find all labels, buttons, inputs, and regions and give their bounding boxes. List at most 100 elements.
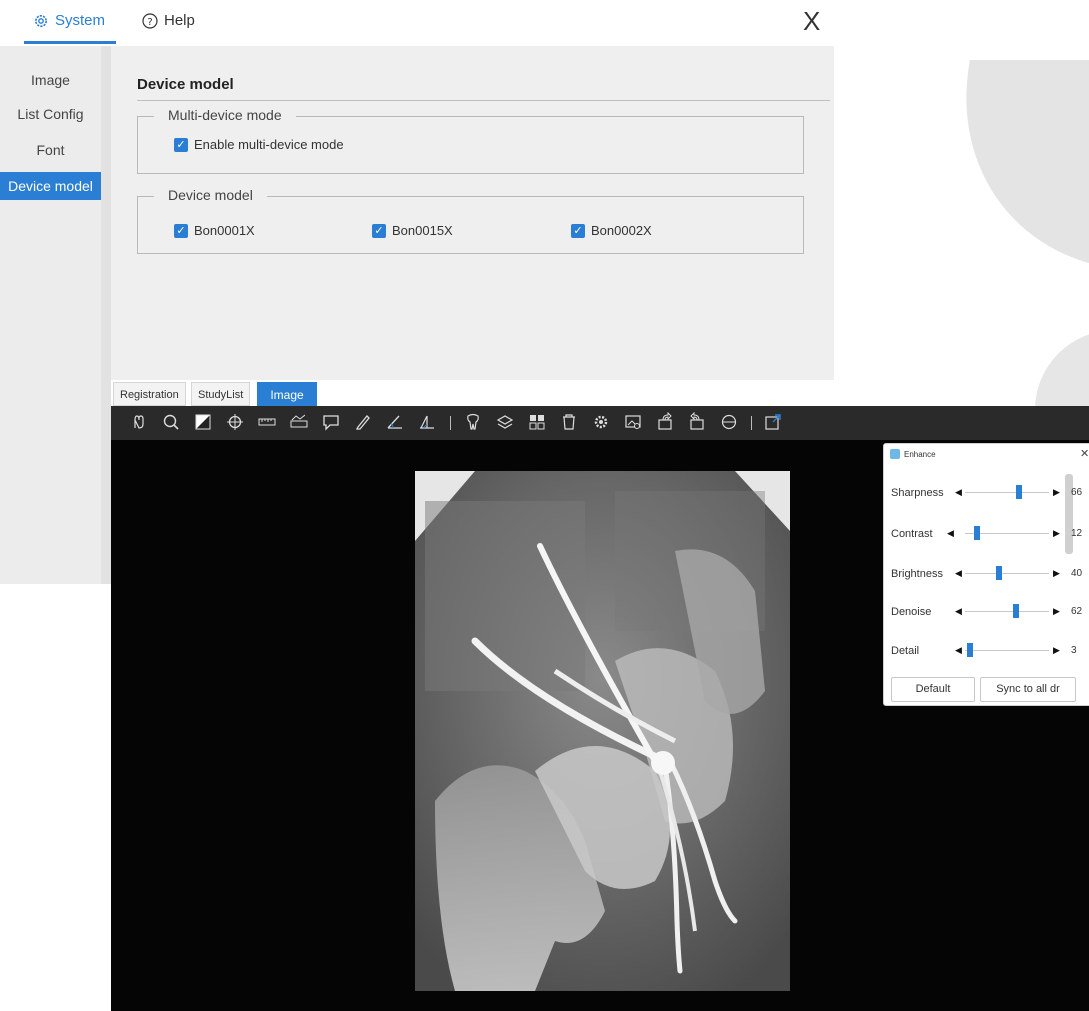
sidebar-item-list-config[interactable]: List Config <box>0 100 101 128</box>
decrease-arrow-icon[interactable]: ◀ <box>955 645 962 656</box>
tab-image[interactable]: Image <box>257 382 317 406</box>
image-toolbar <box>111 406 1089 440</box>
slider-value: 62 <box>1071 606 1083 617</box>
sidebar-border <box>101 46 111 584</box>
slider-value: 66 <box>1071 487 1083 498</box>
checkmark-icon: ✓ <box>174 137 188 152</box>
settings-content: Device model Multi-device mode ✓ Enable … <box>111 46 834 380</box>
slider-label: Denoise <box>891 606 932 618</box>
slider-row-detail: Detail ◀ ▶ 3 <box>891 641 1089 661</box>
enable-multi-device-checkbox[interactable]: ✓ Enable multi-device mode <box>174 137 344 152</box>
active-tab-indicator <box>24 41 116 44</box>
slider-track[interactable] <box>965 492 1049 493</box>
angle-icon[interactable] <box>385 412 405 432</box>
increase-arrow-icon[interactable]: ▶ <box>1053 645 1060 656</box>
enhance-panel-title: Enhance <box>890 449 936 459</box>
tab-system[interactable]: System <box>33 12 105 29</box>
increase-arrow-icon[interactable]: ▶ <box>1053 487 1060 498</box>
checkmark-icon: ✓ <box>571 223 585 238</box>
tab-help-label: Help <box>164 12 195 29</box>
slider-thumb[interactable] <box>974 526 981 540</box>
close-button[interactable]: X <box>803 8 820 34</box>
ruler-icon[interactable] <box>257 412 277 432</box>
settings-tab-bar: System ? Help X <box>0 0 840 46</box>
gear-icon <box>35 14 47 27</box>
hand-pointer-icon[interactable] <box>129 412 149 432</box>
tab-system-label: System <box>55 12 106 29</box>
help-circle-icon: ? <box>142 12 158 29</box>
slider-thumb[interactable] <box>1013 604 1020 618</box>
sidebar-item-image[interactable]: Image <box>0 66 101 94</box>
settings-icon[interactable] <box>591 412 611 432</box>
crosshair-icon[interactable] <box>225 412 245 432</box>
sidebar-item-font[interactable]: Font <box>0 136 101 164</box>
device-checkbox-bon0002x[interactable]: ✓ Bon0002X <box>571 223 652 238</box>
decrease-arrow-icon[interactable]: ◀ <box>955 606 962 617</box>
device-checkbox-bon0015x[interactable]: ✓ Bon0015X <box>372 223 453 238</box>
annotation-icon[interactable] <box>321 412 341 432</box>
sidebar-item-device-model[interactable]: Device model <box>0 172 101 200</box>
tab-registration[interactable]: Registration <box>113 382 186 406</box>
slider-track[interactable] <box>965 650 1049 651</box>
device-model-group: Device model ✓ Bon0001X ✓ Bon0015X ✓ Bon… <box>137 187 804 254</box>
export-icon[interactable] <box>763 412 783 432</box>
default-button[interactable]: Default <box>891 677 975 702</box>
increase-arrow-icon[interactable]: ▶ <box>1053 568 1060 579</box>
invert-icon[interactable] <box>193 412 213 432</box>
slider-value: 40 <box>1071 568 1083 579</box>
checkbox-label: Bon0001X <box>194 223 255 238</box>
decrease-arrow-icon[interactable]: ◀ <box>955 487 962 498</box>
checkbox-label: Bon0002X <box>591 223 652 238</box>
slider-label: Brightness <box>891 568 943 580</box>
group-legend: Multi-device mode <box>154 107 296 123</box>
slider-thumb[interactable] <box>996 566 1003 580</box>
slider-thumb[interactable] <box>967 643 974 657</box>
slider-row-sharpness: Sharpness ◀ ▶ 66 <box>891 483 1089 503</box>
zoom-icon[interactable] <box>161 412 181 432</box>
enhance-title-label: Enhance <box>904 449 936 459</box>
increase-arrow-icon[interactable]: ▶ <box>1053 528 1060 539</box>
slider-row-contrast: Contrast ◀ ▶ 12 <box>891 524 1089 544</box>
enhance-panel: Enhance ✕ Sharpness ◀ ▶ 66 Contrast ◀ ▶ … <box>883 443 1089 706</box>
slider-track[interactable] <box>965 573 1049 574</box>
layers-icon[interactable] <box>495 412 515 432</box>
cobb-angle-icon[interactable] <box>417 412 437 432</box>
decrease-arrow-icon[interactable]: ◀ <box>955 568 962 579</box>
slider-row-denoise: Denoise ◀ ▶ 62 <box>891 602 1089 622</box>
sync-to-all-button[interactable]: Sync to all dr <box>980 677 1076 702</box>
delete-icon[interactable] <box>559 412 579 432</box>
slider-label: Detail <box>891 645 920 657</box>
xray-illustration <box>415 471 790 991</box>
tab-help[interactable]: ? Help <box>142 12 195 29</box>
checkmark-icon: ✓ <box>174 223 188 238</box>
slider-thumb[interactable] <box>1016 485 1023 499</box>
rotate-right-icon[interactable] <box>687 412 707 432</box>
rotate-left-icon[interactable] <box>655 412 675 432</box>
section-title: Device model <box>137 76 234 93</box>
enhance-icon <box>890 449 900 459</box>
pencil-icon[interactable] <box>353 412 373 432</box>
multi-device-group: Multi-device mode ✓ Enable multi-device … <box>137 107 804 174</box>
slider-row-brightness: Brightness ◀ ▶ 40 <box>891 564 1089 584</box>
slider-track[interactable] <box>965 611 1049 612</box>
slider-label: Sharpness <box>891 487 944 499</box>
slider-value: 3 <box>1071 645 1077 656</box>
device-checkbox-bon0001x[interactable]: ✓ Bon0001X <box>174 223 255 238</box>
checkbox-label: Bon0015X <box>392 223 453 238</box>
settings-sidebar: Image List Config Font Device model <box>0 46 101 584</box>
svg-text:?: ? <box>147 17 152 28</box>
enhance-close-button[interactable]: ✕ <box>1080 447 1089 460</box>
divider <box>137 100 830 101</box>
reset-icon[interactable] <box>719 412 739 432</box>
decrease-arrow-icon[interactable]: ◀ <box>947 528 954 539</box>
image-adjust-icon[interactable] <box>623 412 643 432</box>
tooth-icon[interactable] <box>463 412 483 432</box>
group-legend: Device model <box>154 187 267 203</box>
increase-arrow-icon[interactable]: ▶ <box>1053 606 1060 617</box>
checkbox-label: Enable multi-device mode <box>194 137 344 152</box>
grid-icon[interactable] <box>527 412 547 432</box>
background-shape <box>940 60 1089 270</box>
tab-studylist[interactable]: StudyList <box>191 382 251 406</box>
profile-measure-icon[interactable] <box>289 412 309 432</box>
dental-xray-image[interactable] <box>415 471 790 991</box>
